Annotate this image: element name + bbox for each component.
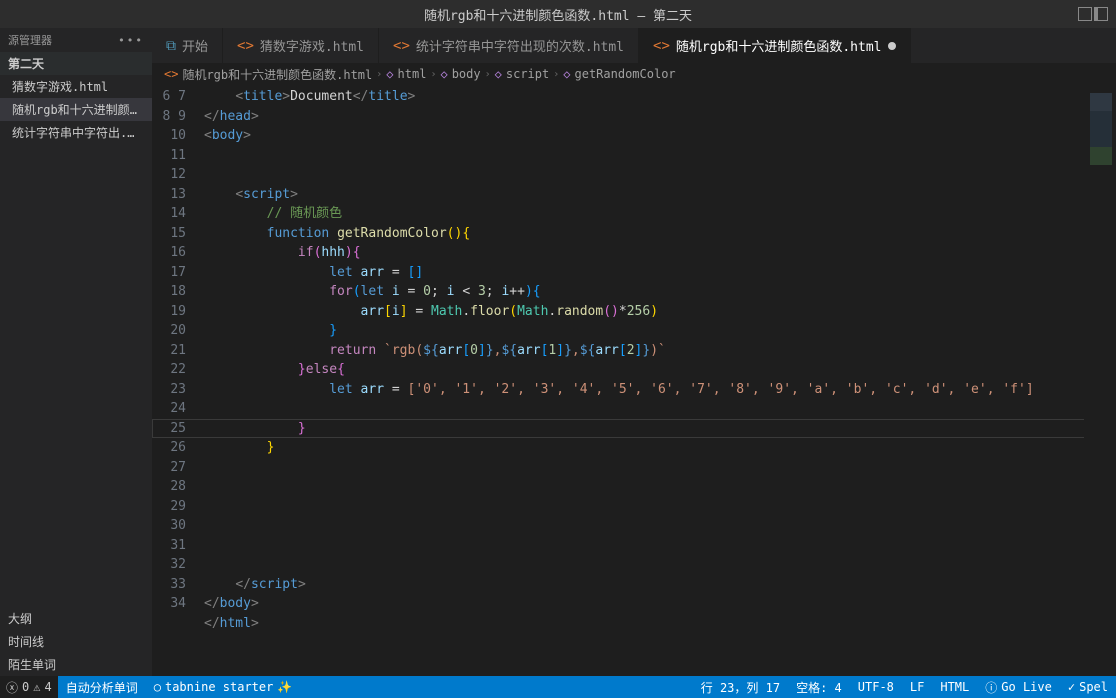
chevron-right-icon: › (553, 69, 559, 80)
titlebar-layout-icons (1078, 7, 1108, 21)
more-icon[interactable]: ••• (118, 34, 144, 47)
html-icon: <> (164, 67, 178, 81)
explorer-header: 源管理器 ••• (0, 28, 152, 52)
explorer-sidebar: 源管理器 ••• 第二天 猜数字游戏.html 随机rgb和十六进制颜... 统… (0, 28, 152, 676)
title-bar: 随机rgb和十六进制颜色函数.html — 第二天 (0, 0, 1116, 28)
dirty-indicator-icon (888, 42, 896, 50)
chevron-right-icon: › (430, 69, 436, 80)
active-line-highlight (152, 419, 1116, 439)
go-live[interactable]: ⓘGo Live (977, 676, 1060, 698)
file-item[interactable]: 随机rgb和十六进制颜... (0, 98, 152, 121)
vscode-icon: ⧉ (166, 38, 176, 54)
error-icon: ⓧ (6, 679, 18, 696)
broadcast-icon: ⓘ (985, 679, 997, 696)
chevron-right-icon: › (376, 69, 382, 80)
folder-name[interactable]: 第二天 (0, 52, 152, 75)
outline-section[interactable]: 大纲 (0, 607, 152, 630)
cursor-position[interactable]: 行 23，列 17 (693, 676, 788, 698)
sidebar-bottom: 大纲 时间线 陌生单词 (0, 607, 152, 676)
indentation[interactable]: 空格: 4 (788, 676, 850, 698)
html-icon: <> (653, 38, 670, 54)
words-section[interactable]: 陌生单词 (0, 653, 152, 676)
tab-welcome[interactable]: ⧉开始 (152, 28, 223, 63)
status-tabnine[interactable]: ○tabnine starter✨ (146, 676, 301, 698)
tabnine-icon: ○ (154, 680, 161, 694)
symbol-icon: ◇ (495, 67, 502, 81)
tab-file[interactable]: <>统计字符串中字符出现的次数.html (379, 28, 639, 63)
encoding[interactable]: UTF-8 (850, 676, 902, 698)
layout-icon[interactable] (1078, 7, 1092, 21)
tab-file[interactable]: <>猜数字游戏.html (223, 28, 379, 63)
tab-file-active[interactable]: <>随机rgb和十六进制颜色函数.html (639, 28, 910, 63)
html-icon: <> (237, 38, 254, 54)
layout-icon[interactable] (1094, 7, 1108, 21)
html-icon: <> (393, 38, 410, 54)
status-autoanalyze[interactable]: 自动分析单词 (58, 676, 146, 698)
code-editor[interactable]: 6 7 8 9 10 11 12 13 14 15 16 17 18 19 20… (152, 85, 1116, 676)
symbol-icon: ◇ (386, 67, 393, 81)
timeline-section[interactable]: 时间线 (0, 630, 152, 653)
problems-indicator[interactable]: ⓧ0 ⚠4 (0, 676, 58, 698)
file-item[interactable]: 统计字符串中字符出... (0, 121, 152, 144)
sparkle-icon: ✨ (277, 680, 292, 694)
minimap-render (1090, 93, 1112, 183)
check-icon: ✓ (1068, 680, 1075, 694)
code-content[interactable]: <title>Document</title> </head> <body> <… (204, 85, 1084, 676)
line-number-gutter: 6 7 8 9 10 11 12 13 14 15 16 17 18 19 20… (152, 85, 204, 676)
file-item[interactable]: 猜数字游戏.html (0, 75, 152, 98)
language-mode[interactable]: HTML (932, 676, 977, 698)
editor-tabs: ⧉开始 <>猜数字游戏.html <>统计字符串中字符出现的次数.html <>… (152, 28, 1116, 63)
spell-check[interactable]: ✓Spel (1060, 676, 1116, 698)
explorer-title: 源管理器 (8, 32, 52, 48)
symbol-icon: ◇ (563, 67, 570, 81)
symbol-icon: ◇ (440, 67, 447, 81)
status-bar: ⓧ0 ⚠4 自动分析单词 ○tabnine starter✨ 行 23，列 17… (0, 676, 1116, 698)
main-area: 源管理器 ••• 第二天 猜数字游戏.html 随机rgb和十六进制颜... 统… (0, 28, 1116, 676)
window-title: 随机rgb和十六进制颜色函数.html — 第二天 (424, 5, 692, 24)
minimap[interactable] (1084, 85, 1116, 676)
editor-area: ⧉开始 <>猜数字游戏.html <>统计字符串中字符出现的次数.html <>… (152, 28, 1116, 676)
breadcrumbs[interactable]: <>随机rgb和十六进制颜色函数.html› ◇html› ◇body› ◇sc… (152, 63, 1116, 85)
eol[interactable]: LF (902, 676, 932, 698)
chevron-right-icon: › (485, 69, 491, 80)
warning-icon: ⚠ (33, 680, 40, 694)
